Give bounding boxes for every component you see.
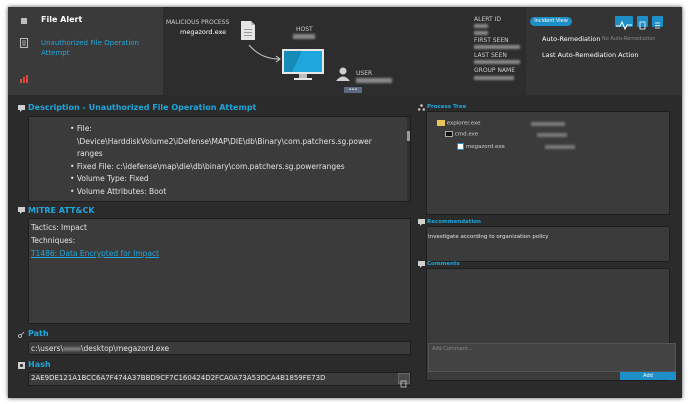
app-title: File Alert <box>41 15 83 24</box>
alert-actions: Incident View Auto-Remediation No Auto-R… <box>526 7 682 95</box>
recommendation-icon <box>418 219 425 226</box>
comments-icon <box>418 261 425 268</box>
list-icon[interactable] <box>652 16 663 29</box>
alert-summary: File Alert Unauthorized File Operation A… <box>8 7 163 95</box>
tree-node-meta-redacted <box>537 133 567 137</box>
malicious-process-label: MALICIOUS PROCESS <box>166 19 230 26</box>
tree-node-cmd[interactable]: cmd.exe <box>445 131 478 138</box>
hash-value: 2AE9DE121A1BCC6A7F474A37BBD9CF7C160424D2… <box>31 374 326 382</box>
hash-panel: 2AE9DE121A1BCC6A7F474A37BBD9CF7C160424D2… <box>28 372 411 386</box>
alert-id-redacted <box>474 24 488 28</box>
user-value-redacted <box>356 78 392 83</box>
tree-node-meta-redacted <box>545 145 575 149</box>
mitre-panel: Tactics: Impact Techniques: T1486: Data … <box>28 218 411 324</box>
mitre-technique-link[interactable]: T1486: Data Encrypted for Impact <box>31 247 159 260</box>
auto-remediation-label: Auto-Remediation <box>542 35 601 43</box>
description-icon <box>18 105 25 112</box>
user-icon <box>336 67 350 81</box>
alert-id-redacted-2 <box>474 31 488 35</box>
last-seen-redacted <box>474 60 520 64</box>
last-auto-remediation-label: Last Auto-Remediation Action <box>542 51 639 59</box>
export-icon[interactable] <box>637 16 648 30</box>
description-item: • Volume Attributes: Boot <box>70 186 167 196</box>
description-title: Description - Unauthorized File Operatio… <box>28 103 257 112</box>
alert-id-label: ALERT ID <box>474 16 501 23</box>
first-seen-redacted <box>474 45 520 49</box>
hash-icon <box>18 362 25 369</box>
mitre-tactics: Tactics: Impact <box>31 223 87 232</box>
copy-hash-button[interactable] <box>398 373 410 388</box>
terminal-icon <box>445 131 453 137</box>
malicious-process-value: megazord.exe <box>180 28 227 36</box>
folder-icon <box>437 120 445 126</box>
description-item: • Fixed File: c:\idefense\map\die\db\bin… <box>70 161 345 171</box>
document-icon <box>20 38 28 48</box>
hash-title: Hash <box>28 360 51 369</box>
process-tree-panel: explorer.exe cmd.exe megazord.exe <box>426 111 670 215</box>
path-icon <box>18 331 25 338</box>
description-scroll-thumb[interactable] <box>407 131 410 141</box>
severity-bars-icon <box>20 75 28 83</box>
mitre-icon <box>18 207 25 214</box>
description-item: ranges <box>77 149 103 159</box>
auto-remediation-value: No Auto-Remediation <box>602 36 656 42</box>
user-label: USER <box>356 70 373 77</box>
monitor-icon <box>282 49 324 80</box>
tree-node-explorer[interactable]: explorer.exe <box>437 120 480 127</box>
mitre-title: MITRE ATT&CK <box>28 206 95 215</box>
recommendation-text: Investigate according to organization po… <box>428 234 549 240</box>
path-value: c:\users\ \desktop\megazord.exe <box>31 344 170 353</box>
host-label: HOST <box>296 26 313 33</box>
process-tree-icon <box>418 104 425 111</box>
alert-type-icon <box>21 18 27 24</box>
description-item: • File: <box>70 124 92 133</box>
host-value-redacted <box>293 34 315 39</box>
description-item: • Volume Type: Fixed <box>70 174 149 184</box>
comment-input[interactable]: Add Comment... <box>428 343 676 372</box>
file-icon <box>241 21 255 40</box>
alert-header: File Alert Unauthorized File Operation A… <box>8 7 682 95</box>
activity-icon[interactable] <box>615 16 633 31</box>
description-panel: • File: \Device\HarddiskVolume2\iDefense… <box>28 116 411 202</box>
add-comment-button[interactable]: Add <box>620 372 676 380</box>
comments-title: Comments <box>427 261 460 267</box>
group-name-label: GROUP NAME <box>474 67 516 74</box>
process-tree-title: Process Tree <box>427 104 467 110</box>
description-item: \Device\HarddiskVolume2\iDefense\MAP\DIE… <box>77 136 372 146</box>
last-seen-label: LAST SEEN <box>474 52 507 59</box>
tree-node-megazord[interactable]: megazord.exe <box>457 143 505 150</box>
incident-view-button[interactable]: Incident View <box>530 17 572 26</box>
recommendation-title: Recommendation <box>427 219 481 225</box>
executable-icon <box>457 143 464 150</box>
username-redacted <box>62 347 81 351</box>
tree-node-meta-redacted <box>531 122 565 126</box>
group-name-redacted <box>474 76 514 80</box>
alert-entities: MALICIOUS PROCESS megazord.exe HOST USER… <box>163 7 526 95</box>
description-scrollbar[interactable] <box>407 117 410 201</box>
path-title: Path <box>28 329 49 338</box>
alert-title-link[interactable]: Unauthorized File Operation Attempt <box>41 38 159 58</box>
recommendation-panel <box>426 226 670 262</box>
more-details-button[interactable]: ••• <box>344 87 362 93</box>
mitre-techniques-label: Techniques: <box>31 236 76 245</box>
arrow-icon <box>248 44 281 63</box>
first-seen-label: FIRST SEEN <box>474 37 509 44</box>
alert-window: File Alert Unauthorized File Operation A… <box>8 7 682 398</box>
path-panel: c:\users\ \desktop\megazord.exe <box>28 341 411 355</box>
